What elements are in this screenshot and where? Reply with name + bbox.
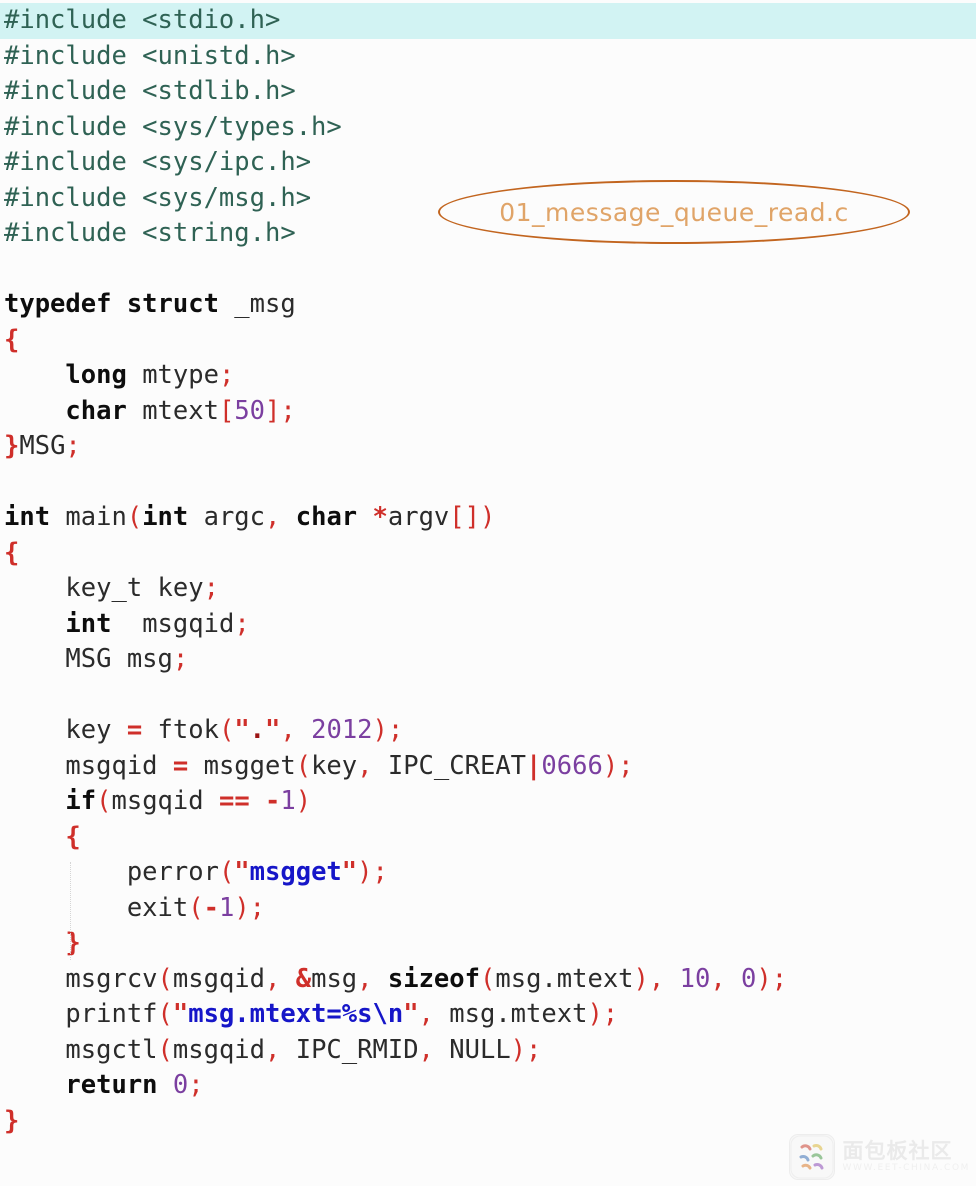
preprocessor-directive: #include <unistd.h> bbox=[4, 40, 296, 71]
watermark-logo-icon bbox=[788, 1134, 835, 1180]
code-line: int msgqid; bbox=[65, 608, 250, 639]
code-line: #include <sys/ipc.h> bbox=[0, 145, 976, 181]
code-line: #include <sys/types.h> bbox=[0, 110, 976, 146]
code-screenshot: #include <stdio.h> #include <unistd.h> #… bbox=[0, 0, 976, 1186]
code-line: } bbox=[65, 928, 81, 958]
code-line: typedef struct _msg bbox=[4, 289, 296, 319]
code-line: MSG msg; bbox=[4, 644, 189, 674]
preprocessor-directive: #include <sys/msg.h> bbox=[4, 182, 312, 213]
code-line: }MSG; bbox=[4, 431, 81, 461]
code-line: return 0; bbox=[65, 1070, 204, 1100]
code-line: #include <stdio.h> bbox=[0, 3, 976, 39]
preprocessor-directive: #include <stdlib.h> bbox=[4, 76, 296, 106]
watermark: 面包板社区 WWW.EET-CHINA.COM bbox=[788, 1134, 970, 1180]
code-line: exit(-1); bbox=[4, 892, 266, 923]
code-line: #include <unistd.h> bbox=[0, 39, 976, 75]
code-line: key_t key; bbox=[4, 573, 219, 603]
code-line: int main(int argc, char *argv[]) bbox=[4, 502, 496, 532]
indent-guide bbox=[70, 862, 72, 960]
code-line: if(msgqid == -1) bbox=[65, 786, 312, 816]
watermark-text: 面包板社区 WWW.EET-CHINA.COM bbox=[843, 1140, 970, 1173]
preprocessor-directive: #include <stdio.h> bbox=[4, 5, 281, 35]
watermark-title: 面包板社区 bbox=[842, 1139, 953, 1164]
filename-annotation-ellipse: 01_message_queue_read.c bbox=[438, 180, 910, 244]
code-line: printf("msg.mtext=%s\n", msg.mtext); bbox=[4, 999, 619, 1029]
code-line: { bbox=[4, 537, 20, 568]
preprocessor-directive: #include <string.h> bbox=[4, 218, 296, 248]
preprocessor-directive: #include <sys/ipc.h> bbox=[4, 147, 312, 177]
code-line: { bbox=[4, 324, 20, 355]
code-line: { bbox=[65, 821, 81, 852]
preprocessor-directive: #include <sys/types.h> bbox=[4, 111, 342, 142]
code-line: msgqid = msgget(key, IPC_CREAT|0666); bbox=[4, 750, 634, 781]
filename-annotation-label: 01_message_queue_read.c bbox=[499, 197, 849, 227]
code-line: long mtype; bbox=[65, 360, 235, 390]
code-line: msgctl(msgqid, IPC_RMID, NULL); bbox=[4, 1034, 542, 1065]
code-line: msgrcv(msgqid, &msg, sizeof(msg.mtext), … bbox=[4, 963, 788, 994]
code-line: key = ftok(".", 2012); bbox=[4, 715, 404, 745]
code-line: char mtext[50]; bbox=[65, 395, 296, 426]
code-line: #include <stdlib.h> bbox=[0, 74, 976, 110]
watermark-subtitle: WWW.EET-CHINA.COM bbox=[842, 1163, 970, 1174]
code-editor-content[interactable]: #include <stdio.h> #include <unistd.h> #… bbox=[0, 0, 976, 1139]
code-line: perror("msgget"); bbox=[4, 857, 388, 887]
